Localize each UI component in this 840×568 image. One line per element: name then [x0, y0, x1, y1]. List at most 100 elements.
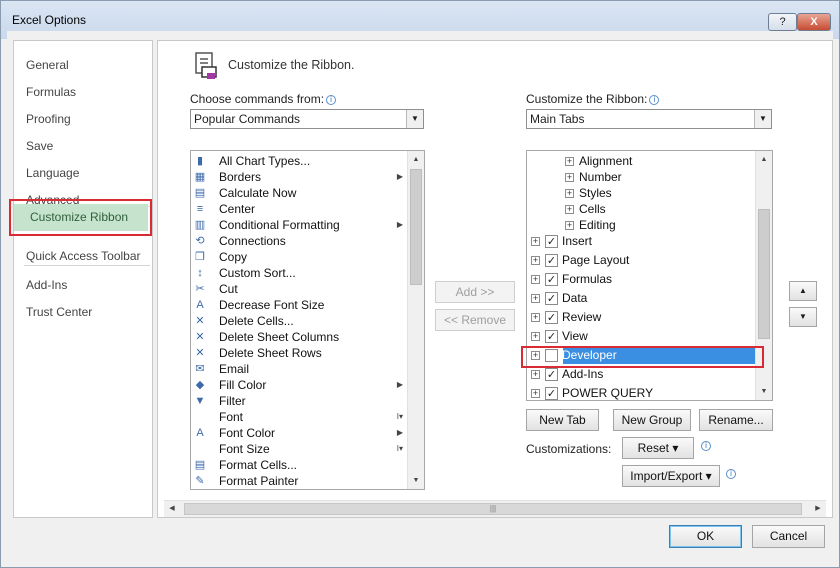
commands-list[interactable]: ▮ All Chart Types... ▦ Borders ▶ ▤ Calculate N…	[190, 150, 425, 490]
scroll-left-icon[interactable]: ◀	[164, 501, 180, 517]
checkbox[interactable]: ✓	[545, 387, 558, 400]
checkbox[interactable]: ✓	[545, 311, 558, 324]
connections-icon: ⟲	[195, 235, 205, 247]
expand-icon[interactable]: +	[565, 189, 574, 198]
help-button[interactable]: ?	[768, 13, 797, 31]
import-export-button[interactable]: Import/Export ▾	[622, 465, 720, 487]
command-item[interactable]: ◆ Fill Color ▶	[191, 377, 407, 393]
checkbox[interactable]: ✓	[545, 254, 558, 267]
info-icon[interactable]: i	[726, 469, 736, 479]
submenu-arrow-icon: ▶	[396, 428, 403, 437]
expand-icon[interactable]: +	[531, 313, 540, 322]
ribbon-tab-item[interactable]: + ✓ View	[527, 327, 755, 346]
command-item[interactable]: ≡ Center	[191, 201, 407, 217]
command-item[interactable]: ▥ Conditional Formatting ▶	[191, 217, 407, 233]
format-cells-icon: ▤	[194, 459, 206, 471]
expand-icon[interactable]: +	[531, 256, 540, 265]
borders-icon: ▦	[194, 171, 206, 183]
command-label: Decrease Font Size	[219, 298, 325, 312]
scroll-thumb[interactable]	[758, 209, 770, 339]
scroll-down-icon[interactable]: ▼	[408, 472, 424, 489]
chevron-down-icon[interactable]: ▼	[754, 110, 771, 128]
ribbon-tab-item[interactable]: + ✓ Page Layout	[527, 251, 755, 270]
command-item[interactable]: ✕ Delete Sheet Columns	[191, 329, 407, 345]
command-item[interactable]: ✕ Delete Cells...	[191, 313, 407, 329]
command-item[interactable]: ▤ Calculate Now	[191, 185, 407, 201]
info-icon[interactable]: i	[701, 441, 711, 451]
expand-icon[interactable]: +	[565, 173, 574, 182]
panel-horizontal-scrollbar[interactable]: ◀ ||| ▶	[164, 500, 826, 517]
cancel-button[interactable]: Cancel	[752, 525, 825, 548]
command-item[interactable]: ✕ Delete Sheet Rows	[191, 345, 407, 361]
command-item[interactable]: A Font Color ▶	[191, 425, 407, 441]
command-item[interactable]: Font I▾	[191, 409, 407, 425]
scroll-down-icon[interactable]: ▼	[756, 383, 772, 400]
nav-item-formulas[interactable]: Formulas	[26, 79, 76, 106]
expand-icon[interactable]: +	[531, 237, 540, 246]
nav-item-proofing[interactable]: Proofing	[26, 106, 71, 133]
command-item[interactable]: ↕ Custom Sort...	[191, 265, 407, 281]
nav-item-save[interactable]: Save	[26, 133, 53, 160]
expand-icon[interactable]: +	[531, 275, 540, 284]
nav-item-language[interactable]: Language	[26, 160, 79, 187]
ribbon-tab-item[interactable]: + ✓ Data	[527, 289, 755, 308]
expand-icon[interactable]: +	[565, 157, 574, 166]
checkbox[interactable]: ✓	[545, 235, 558, 248]
command-item[interactable]: ❐ Copy	[191, 249, 407, 265]
chevron-down-icon[interactable]: ▼	[406, 110, 423, 128]
expand-icon[interactable]: +	[531, 332, 540, 341]
checkbox[interactable]: ✓	[545, 292, 558, 305]
checkbox[interactable]: ✓	[545, 273, 558, 286]
scroll-up-icon[interactable]: ▲	[408, 151, 424, 168]
command-item[interactable]: ▦ Borders ▶	[191, 169, 407, 185]
expand-icon[interactable]: +	[565, 221, 574, 230]
command-item[interactable]: Font Size I▾	[191, 441, 407, 457]
choose-commands-value: Popular Commands	[194, 112, 301, 126]
command-item[interactable]: ✂ Cut	[191, 281, 407, 297]
close-button[interactable]: X	[797, 13, 831, 31]
window-title: Excel Options	[12, 13, 87, 27]
command-item[interactable]: ▮ All Chart Types...	[191, 153, 407, 169]
move-down-button[interactable]: ▼	[789, 307, 817, 327]
ok-button[interactable]: OK	[669, 525, 742, 548]
commands-scrollbar[interactable]: ▲ ▼	[407, 151, 424, 489]
new-group-button[interactable]: New Group	[613, 409, 691, 431]
ribbon-tab-item[interactable]: + ✓ Formulas	[527, 270, 755, 289]
ribbon-tab-item[interactable]: + ✓ Insert	[527, 232, 755, 251]
move-up-button[interactable]: ▲	[789, 281, 817, 301]
ribbon-tab-item[interactable]: + ✓ Review	[527, 308, 755, 327]
command-item[interactable]: ✉ Email	[191, 361, 407, 377]
nav-item-customize-ribbon[interactable]: Customize Ribbon	[14, 204, 148, 231]
expand-icon[interactable]: +	[531, 389, 540, 398]
nav-item-add-ins[interactable]: Add-Ins	[26, 272, 67, 299]
options-nav: General Formulas Proofing Save Language …	[13, 40, 153, 518]
nav-item-general[interactable]: General	[26, 52, 69, 79]
expand-icon[interactable]: +	[565, 205, 574, 214]
command-item[interactable]: ⟲ Connections	[191, 233, 407, 249]
reset-button[interactable]: Reset ▾	[622, 437, 694, 459]
add-button[interactable]: Add >>	[435, 281, 515, 303]
checkbox[interactable]: ✓	[545, 368, 558, 381]
delete-cells-icon: ✕	[195, 315, 205, 327]
info-icon[interactable]: i	[649, 95, 660, 105]
info-icon[interactable]: i	[326, 95, 337, 105]
rename-button[interactable]: Rename...	[699, 409, 773, 431]
scroll-up-icon[interactable]: ▲	[756, 151, 772, 168]
customize-ribbon-dropdown[interactable]: Main Tabs ▼	[526, 109, 772, 129]
scroll-thumb[interactable]	[410, 169, 422, 285]
new-tab-button[interactable]: New Tab	[526, 409, 599, 431]
scroll-right-icon[interactable]: ▶	[810, 501, 826, 517]
nav-item-customize-ribbon-highlight[interactable]: Customize Ribbon	[9, 199, 152, 236]
nav-item-trust-center[interactable]: Trust Center	[26, 299, 92, 326]
command-item[interactable]: ▤ Format Cells...	[191, 457, 407, 473]
command-item[interactable]: ✎ Format Painter	[191, 473, 407, 489]
checkbox[interactable]: ✓	[545, 330, 558, 343]
command-item[interactable]: ▼ Filter	[191, 393, 407, 409]
expand-icon[interactable]: +	[531, 294, 540, 303]
choose-commands-dropdown[interactable]: Popular Commands ▼	[190, 109, 424, 129]
scroll-thumb[interactable]: |||	[184, 503, 802, 515]
ribbon-tab-item[interactable]: + ✓ POWER QUERY	[527, 384, 755, 400]
remove-button[interactable]: << Remove	[435, 309, 515, 331]
expand-icon[interactable]: +	[531, 370, 540, 379]
command-item[interactable]: A Decrease Font Size	[191, 297, 407, 313]
